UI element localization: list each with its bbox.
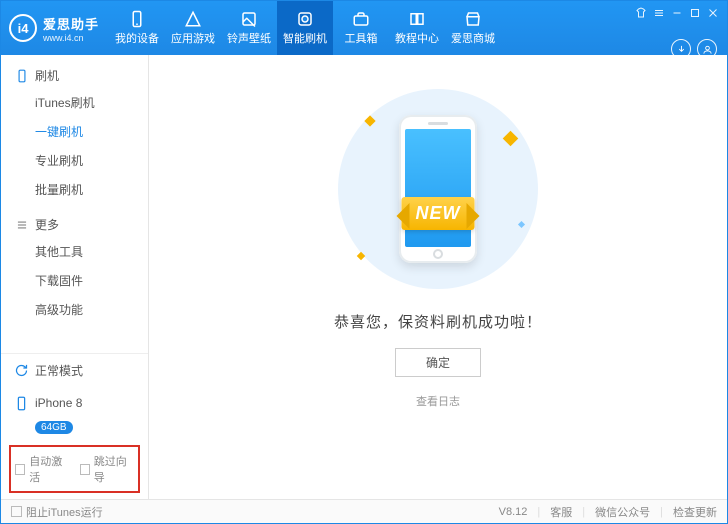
top-nav: 我的设备 应用游戏 铃声壁纸 智能刷机 工具箱 教程中心 [109, 1, 501, 55]
sidebar-group-label: 刷机 [35, 67, 59, 84]
phone-outline-icon [15, 69, 29, 83]
checkbox-label: 自动激活 [29, 453, 69, 485]
device-name: iPhone 8 [35, 396, 82, 410]
sidebar-item-pro-flash[interactable]: 专业刷机 [1, 146, 148, 175]
sidebar-item-itunes-flash[interactable]: iTunes刷机 [1, 88, 148, 117]
nav-label: 教程中心 [395, 30, 439, 46]
nav-label: 智能刷机 [283, 30, 327, 46]
wallpaper-icon [240, 10, 258, 28]
checkbox-label: 跳过向导 [94, 453, 134, 485]
logo-subtitle: www.i4.cn [43, 33, 99, 43]
nav-flash[interactable]: 智能刷机 [277, 1, 333, 55]
nav-store[interactable]: 爱思商城 [445, 1, 501, 55]
capacity-badge: 64GB [35, 421, 73, 434]
support-link[interactable]: 客服 [550, 504, 572, 520]
nav-apps[interactable]: 应用游戏 [165, 1, 221, 55]
list-icon [15, 218, 29, 232]
checkbox-label: 阻止iTunes运行 [26, 504, 103, 520]
ok-button[interactable]: 确定 [395, 348, 481, 377]
nav-ringtones[interactable]: 铃声壁纸 [221, 1, 277, 55]
version-label: V8.12 [499, 506, 528, 518]
device-icon [13, 395, 29, 411]
sidebar-item-advanced[interactable]: 高级功能 [1, 295, 148, 324]
nav-label: 应用游戏 [171, 30, 215, 46]
phone-icon [128, 10, 146, 28]
device-row[interactable]: iPhone 8 [1, 387, 148, 419]
sidebar-group-more[interactable]: 更多 [1, 212, 148, 237]
view-log-link[interactable]: 查看日志 [416, 393, 460, 409]
wechat-link[interactable]: 微信公众号 [595, 504, 650, 520]
status-bar: 阻止iTunes运行 V8.12 | 客服 | 微信公众号 | 检查更新 [1, 499, 727, 523]
logo-title: 爱思助手 [43, 14, 99, 33]
header-right [635, 1, 727, 55]
sidebar-item-download-firmware[interactable]: 下载固件 [1, 266, 148, 295]
sidebar-item-batch-flash[interactable]: 批量刷机 [1, 175, 148, 204]
mode-row[interactable]: 正常模式 [1, 354, 148, 387]
logo: i4 爱思助手 www.i4.cn [1, 1, 109, 55]
store-icon [464, 10, 482, 28]
minimize-button[interactable] [671, 7, 683, 19]
update-link[interactable]: 检查更新 [673, 504, 717, 520]
nav-label: 爱思商城 [451, 30, 495, 46]
nav-my-device[interactable]: 我的设备 [109, 1, 165, 55]
phone-graphic [399, 115, 477, 263]
block-itunes-checkbox[interactable]: 阻止iTunes运行 [11, 504, 103, 520]
sidebar-bottom: 正常模式 iPhone 8 64GB 自动激活 跳过向导 [1, 353, 148, 499]
flash-icon [296, 10, 314, 28]
nav-tutorials[interactable]: 教程中心 [389, 1, 445, 55]
book-icon [408, 10, 426, 28]
apps-icon [184, 10, 202, 28]
nav-label: 铃声壁纸 [227, 30, 271, 46]
new-ribbon: NEW [402, 197, 475, 230]
maximize-button[interactable] [689, 7, 701, 19]
sidebar-group-flash[interactable]: 刷机 [1, 63, 148, 88]
success-message: 恭喜您，保资料刷机成功啦！ [334, 311, 542, 332]
nav-label: 我的设备 [115, 30, 159, 46]
app-body: 刷机 iTunes刷机 一键刷机 专业刷机 批量刷机 更多 其他工具 下载固件 … [1, 55, 727, 499]
menu-icon[interactable] [653, 7, 665, 19]
auto-activate-checkbox[interactable]: 自动激活 [15, 453, 70, 485]
refresh-icon [13, 363, 29, 379]
sidebar-item-oneclick-flash[interactable]: 一键刷机 [1, 117, 148, 146]
main-panel: NEW 恭喜您，保资料刷机成功啦！ 确定 查看日志 [149, 55, 727, 499]
mode-label: 正常模式 [35, 362, 83, 379]
app-window: i4 爱思助手 www.i4.cn 我的设备 应用游戏 铃声壁纸 智能刷机 [0, 0, 728, 524]
window-controls [635, 1, 727, 19]
options-box: 自动激活 跳过向导 [9, 445, 140, 493]
close-button[interactable] [707, 7, 719, 19]
success-illustration: NEW [338, 89, 538, 289]
app-header: i4 爱思助手 www.i4.cn 我的设备 应用游戏 铃声壁纸 智能刷机 [1, 1, 727, 55]
skip-guide-checkbox[interactable]: 跳过向导 [80, 453, 135, 485]
nav-label: 工具箱 [345, 30, 378, 46]
toolbox-icon [352, 10, 370, 28]
skin-icon[interactable] [635, 7, 647, 19]
nav-toolbox[interactable]: 工具箱 [333, 1, 389, 55]
logo-icon: i4 [9, 14, 37, 42]
sidebar: 刷机 iTunes刷机 一键刷机 专业刷机 批量刷机 更多 其他工具 下载固件 … [1, 55, 149, 499]
sidebar-group-label: 更多 [35, 216, 59, 233]
sidebar-item-other-tools[interactable]: 其他工具 [1, 237, 148, 266]
